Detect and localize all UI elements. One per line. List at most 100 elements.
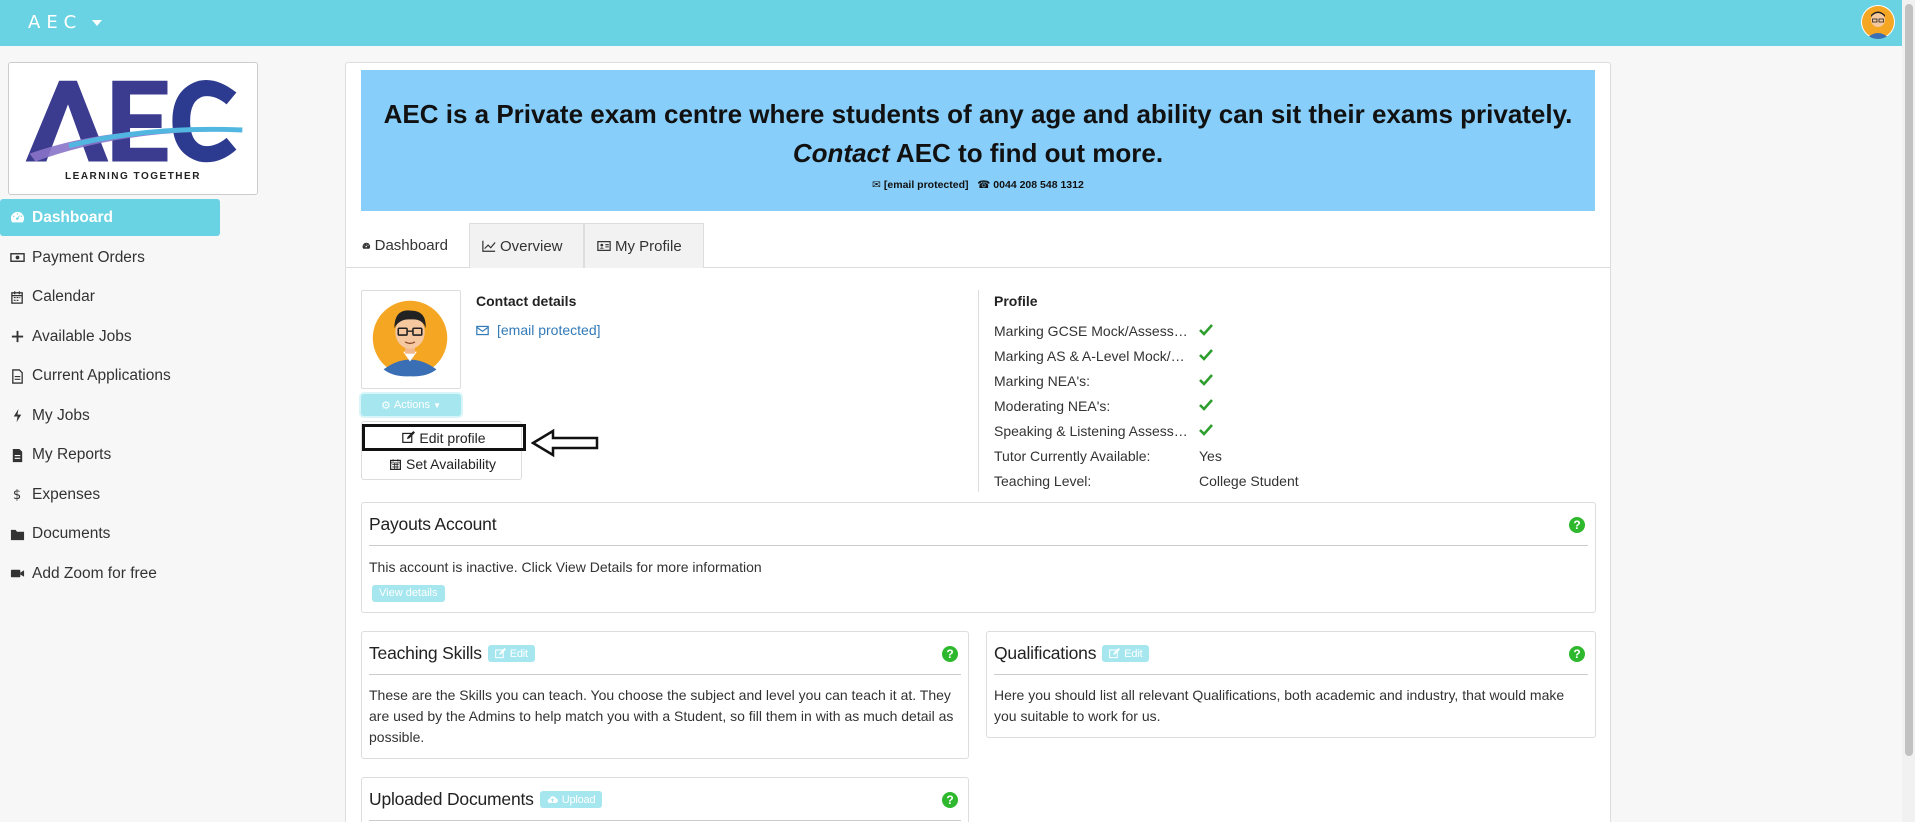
top-navbar: AEC <box>0 0 1902 46</box>
help-icon[interactable]: ? <box>942 792 958 808</box>
qualifications-title-text: Qualifications <box>994 643 1097 663</box>
payouts-account-title: Payouts Account <box>369 514 497 534</box>
banner-headline: AEC is a Private exam centre where stude… <box>383 99 1573 129</box>
tab-label: Dashboard <box>374 237 448 254</box>
file-icon <box>10 369 32 384</box>
qualifications-card: Qualifications Edit ? Here you should li… <box>986 631 1596 738</box>
check-icon <box>1199 398 1213 414</box>
actions-dropdown-button[interactable]: ⚙ Actions ▼ <box>361 394 461 416</box>
banner-contact-line: Contact AEC to find out more. <box>361 138 1595 169</box>
contact-details-heading: Contact details <box>476 293 577 309</box>
sidebar-item-current-applications[interactable]: Current Applications <box>0 357 225 397</box>
uploaded-documents-title: Uploaded Documents Upload <box>369 789 603 810</box>
tab-bar: Dashboard Overview My Profile <box>346 223 1610 268</box>
envelope-icon: ✉ <box>872 179 881 191</box>
sidebar-item-documents[interactable]: Documents <box>0 515 225 555</box>
main-panel: AEC is a Private exam centre where stude… <box>345 62 1611 822</box>
menu-item-label: Edit profile <box>419 429 486 446</box>
sidebar-item-label: Calendar <box>32 288 95 306</box>
section-divider <box>978 290 979 492</box>
avatar-icon <box>1862 6 1894 39</box>
sidebar-item-available-jobs[interactable]: Available Jobs <box>0 317 225 357</box>
qualifications-edit-button[interactable]: Edit <box>1102 645 1150 662</box>
sidebar-item-label: Available Jobs <box>32 327 132 345</box>
uploaded-documents-card: Uploaded Documents Upload ? <box>361 777 969 822</box>
profile-row-key: Marking AS & A-Level Mock/Assessments: <box>994 348 1189 364</box>
sidebar-item-my-reports[interactable]: My Reports <box>0 436 225 476</box>
gear-icon: ⚙ <box>381 399 391 412</box>
caret-down-icon <box>92 20 102 26</box>
qualifications-title: Qualifications Edit <box>994 643 1150 664</box>
teaching-skills-text: These are the Skills you can teach. You … <box>369 687 954 745</box>
dashboard-icon <box>362 242 371 249</box>
actions-menu: Edit profile Set Availability <box>361 421 526 480</box>
contact-email-text: [email protected] <box>497 322 601 338</box>
actions-label: Actions <box>393 399 431 411</box>
card-divider <box>369 545 1588 546</box>
edit-icon <box>494 648 506 659</box>
profile-row-key: Teaching Level: <box>994 473 1092 489</box>
banner-contact-info: ✉ [email protected] ☎ 0044 208 548 1312 <box>361 179 1595 191</box>
teaching-skills-edit-button[interactable]: Edit <box>487 645 535 662</box>
menu-item-edit-profile[interactable]: Edit profile <box>362 424 526 451</box>
uploaded-documents-title-text: Uploaded Documents <box>369 789 534 809</box>
aec-logo: LEARNING TOGETHER <box>8 62 258 195</box>
sidebar-item-add-zoom[interactable]: Add Zoom for free <box>0 554 225 594</box>
tab-dashboard[interactable]: Dashboard <box>350 223 460 268</box>
scrollbar-thumb[interactable] <box>1905 4 1913 756</box>
profile-row-key: Tutor Currently Available: <box>994 448 1151 464</box>
sidebar-item-label: Dashboard <box>32 208 113 226</box>
edit-icon <box>402 431 416 443</box>
sidebar-item-dashboard[interactable]: Dashboard <box>0 199 220 236</box>
sidebar-item-label: Expenses <box>32 485 101 503</box>
folder-icon <box>10 527 32 542</box>
user-avatar[interactable] <box>1861 5 1895 39</box>
tab-label: Overview <box>500 237 563 255</box>
profile-photo <box>361 290 461 389</box>
menu-item-set-availability[interactable]: Set Availability <box>362 451 523 477</box>
contact-email-link[interactable]: [email protected] <box>476 322 601 338</box>
banner-contact-rest: AEC to find out more. <box>889 138 1164 168</box>
video-icon <box>10 566 32 581</box>
sidebar-item-my-jobs[interactable]: My Jobs <box>0 396 225 436</box>
page-scrollbar[interactable] <box>1902 0 1915 822</box>
qualifications-text: Here you should list all relevant Qualif… <box>994 687 1565 724</box>
sidebar-item-calendar[interactable]: Calendar <box>0 278 225 318</box>
help-icon[interactable]: ? <box>1569 646 1585 662</box>
annotation-arrow-icon <box>531 428 599 458</box>
brand-dropdown[interactable]: AEC <box>28 12 102 33</box>
info-banner: AEC is a Private exam centre where stude… <box>361 70 1595 211</box>
banner-email[interactable]: [email protected] <box>884 179 969 191</box>
sidebar-nav: Dashboard Payment Orders Calendar Availa… <box>0 199 225 594</box>
file-text-icon <box>10 448 32 463</box>
tab-overview[interactable]: Overview <box>469 223 584 268</box>
logo-tagline: LEARNING TOGETHER <box>65 171 201 182</box>
help-icon[interactable]: ? <box>1569 517 1585 533</box>
dashboard-icon <box>10 210 32 225</box>
caret-down-icon: ▼ <box>433 400 441 410</box>
plus-icon <box>10 329 32 344</box>
teaching-skills-card: Teaching Skills Edit ? These are the Ski… <box>361 631 969 759</box>
id-card-icon <box>597 241 611 251</box>
edit-icon <box>1109 648 1121 659</box>
view-details-button[interactable]: View details <box>372 584 445 602</box>
card-divider <box>994 674 1588 675</box>
upload-label: Upload <box>561 793 596 806</box>
sidebar-item-expenses[interactable]: $ Expenses <box>0 475 225 515</box>
cloud-upload-icon <box>547 796 558 803</box>
sidebar-item-label: Documents <box>32 525 111 543</box>
help-icon[interactable]: ? <box>942 646 958 662</box>
profile-row-key: Moderating NEA's: <box>994 398 1111 414</box>
edit-label: Edit <box>1124 647 1143 660</box>
check-icon <box>1199 373 1213 389</box>
sidebar-item-payment-orders[interactable]: Payment Orders <box>0 238 225 278</box>
phone-icon: ☎ <box>977 179 991 191</box>
tab-my-profile[interactable]: My Profile <box>584 223 704 268</box>
svg-text:$: $ <box>13 488 21 502</box>
profile-row-key: Speaking & Listening Assessments: <box>994 423 1189 439</box>
check-icon <box>1199 423 1213 439</box>
upload-button[interactable]: Upload <box>539 791 603 808</box>
teaching-skills-title-text: Teaching Skills <box>369 643 482 663</box>
user-avatar-icon <box>372 300 448 377</box>
edit-label: Edit <box>509 647 528 660</box>
